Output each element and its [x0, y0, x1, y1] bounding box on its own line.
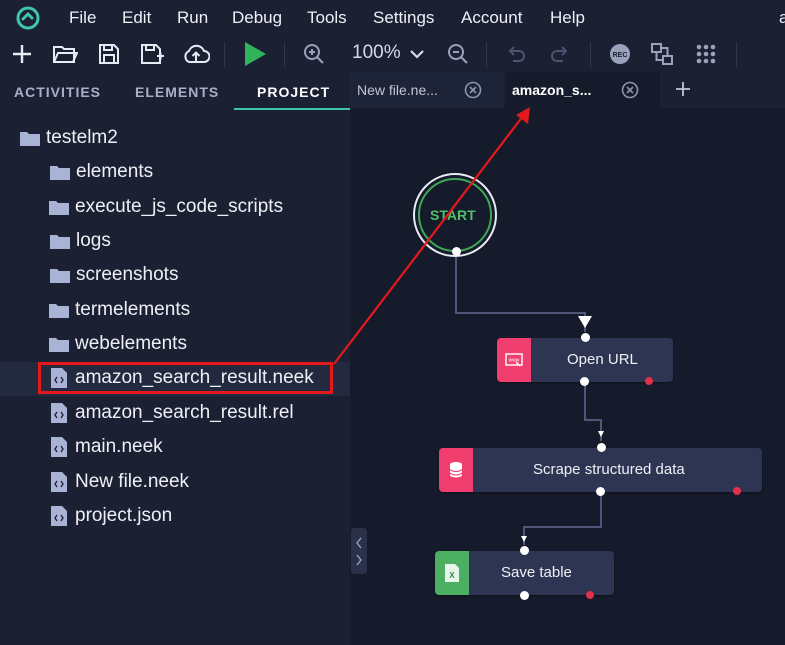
annotation-arrow	[333, 107, 530, 365]
